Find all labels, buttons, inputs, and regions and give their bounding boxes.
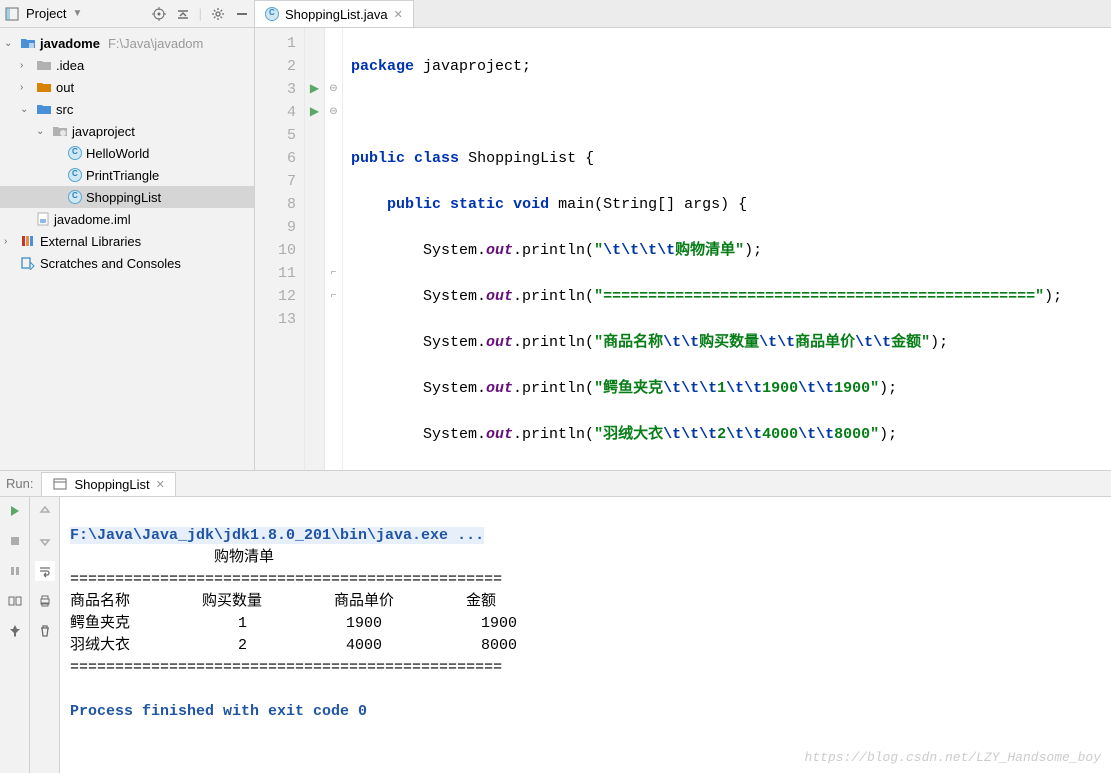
dropdown-icon[interactable]: ▼ (72, 8, 82, 19)
label: PrintTriangle (86, 168, 159, 183)
run-tab-label: ShoppingList (74, 477, 149, 492)
run-toolbar-left (0, 497, 30, 773)
fold-end-marker[interactable]: ⌐ (325, 285, 342, 308)
print-button[interactable] (35, 591, 55, 611)
console-line: 商品名称 购买数量 商品单价 金额 (70, 593, 496, 610)
console-line: 鳄鱼夹克 1 1900 1900 (70, 615, 517, 632)
label: src (56, 102, 73, 117)
collapse-icon[interactable] (175, 6, 191, 22)
fold-marker[interactable]: ⊖ (325, 101, 342, 124)
target-icon[interactable] (151, 6, 167, 22)
run-panel: Run: ShoppingList ✕ F:\Java\Java_jdk\jdk… (0, 470, 1111, 773)
console-line: 羽绒大衣 2 4000 8000 (70, 637, 517, 654)
fold-column: ⊖ ⊖ ⌐ ⌐ (325, 28, 343, 470)
scratch-icon (20, 256, 36, 270)
java-class-icon (265, 7, 279, 21)
pause-button[interactable] (5, 561, 25, 581)
stop-button[interactable] (5, 531, 25, 551)
fold-end-marker[interactable]: ⌐ (325, 262, 342, 285)
hide-icon[interactable] (234, 6, 250, 22)
wrap-button[interactable] (35, 561, 55, 581)
tree-scratches[interactable]: Scratches and Consoles (0, 252, 254, 274)
run-toolbar-secondary (30, 497, 60, 773)
project-icon (4, 6, 20, 22)
tab-shoppinglist[interactable]: ShoppingList.java ✕ (255, 0, 414, 27)
gear-icon[interactable] (210, 6, 226, 22)
console-output[interactable]: F:\Java\Java_jdk\jdk1.8.0_201\bin\java.e… (60, 497, 1111, 773)
console-line: ========================================… (70, 571, 502, 588)
editor-tabs: ShoppingList.java ✕ (255, 0, 1111, 28)
tree-iml[interactable]: javadome.iml (0, 208, 254, 230)
java-class-icon (68, 190, 82, 204)
run-header: Run: ShoppingList ✕ (0, 471, 1111, 497)
run-line-marker[interactable]: ▶ (305, 78, 324, 101)
watermark: https://blog.csdn.net/LZY_Handsome_boy (805, 747, 1101, 769)
tree-file-hello[interactable]: HelloWorld (0, 142, 254, 164)
tree-libs[interactable]: › External Libraries (0, 230, 254, 252)
close-icon[interactable]: ✕ (156, 478, 165, 491)
tree-file-shopping[interactable]: ShoppingList (0, 186, 254, 208)
label: javaproject (72, 124, 135, 139)
console-command: F:\Java\Java_jdk\jdk1.8.0_201\bin\java.e… (70, 527, 484, 544)
tab-label: ShoppingList.java (285, 7, 388, 22)
line-numbers: 12345678910111213 (255, 28, 305, 470)
run-body: F:\Java\Java_jdk\jdk1.8.0_201\bin\java.e… (0, 497, 1111, 773)
folder-icon (20, 36, 36, 50)
gutter-icons: ▶ ▶ (305, 28, 325, 470)
run-label: Run: (6, 476, 33, 491)
up-button[interactable] (35, 501, 55, 521)
tree-root[interactable]: ⌄ javadome F:\Java\javadom (0, 32, 254, 54)
label: .idea (56, 58, 84, 73)
console-line: ========================================… (70, 659, 502, 676)
root-path: F:\Java\javadom (108, 36, 203, 51)
label: HelloWorld (86, 146, 149, 161)
folder-icon (36, 58, 52, 72)
root-label: javadome (40, 36, 100, 51)
rerun-button[interactable] (5, 501, 25, 521)
code-editor[interactable]: 12345678910111213 ▶ ▶ ⊖ ⊖ ⌐ ⌐ package ja… (255, 28, 1111, 470)
project-title[interactable]: Project (26, 6, 66, 21)
trash-button[interactable] (35, 621, 55, 641)
library-icon (20, 234, 36, 248)
tree-idea[interactable]: › .idea (0, 54, 254, 76)
down-button[interactable] (35, 531, 55, 551)
editor-area: ShoppingList.java ✕ 12345678910111213 ▶ … (255, 0, 1111, 470)
tree-file-triangle[interactable]: PrintTriangle (0, 164, 254, 186)
console-line: 购物清单 (70, 549, 274, 566)
java-class-icon (68, 146, 82, 160)
label: out (56, 80, 74, 95)
console-exit: Process finished with exit code 0 (70, 703, 367, 720)
label: Scratches and Consoles (40, 256, 181, 271)
code-content[interactable]: package javaproject; public class Shoppi… (343, 28, 1111, 470)
java-class-icon (68, 168, 82, 182)
run-tab[interactable]: ShoppingList ✕ (41, 472, 175, 496)
tree-out[interactable]: › out (0, 76, 254, 98)
folder-icon (36, 102, 52, 116)
project-sidebar: Project ▼ | ⌄ (0, 0, 255, 470)
pin-button[interactable] (5, 621, 25, 641)
run-config-icon (52, 476, 68, 492)
close-icon[interactable]: ✕ (394, 8, 403, 21)
tree-src[interactable]: ⌄ src (0, 98, 254, 120)
label: External Libraries (40, 234, 141, 249)
label: ShoppingList (86, 190, 161, 205)
tree-package[interactable]: ⌄ javaproject (0, 120, 254, 142)
iml-icon (36, 212, 50, 226)
folder-icon (36, 80, 52, 94)
run-line-marker[interactable]: ▶ (305, 101, 324, 124)
label: javadome.iml (54, 212, 131, 227)
fold-marker[interactable]: ⊖ (325, 78, 342, 101)
layout-button[interactable] (5, 591, 25, 611)
package-icon (52, 124, 68, 138)
project-tree: ⌄ javadome F:\Java\javadom › .idea › out… (0, 28, 254, 470)
project-header: Project ▼ | (0, 0, 254, 28)
